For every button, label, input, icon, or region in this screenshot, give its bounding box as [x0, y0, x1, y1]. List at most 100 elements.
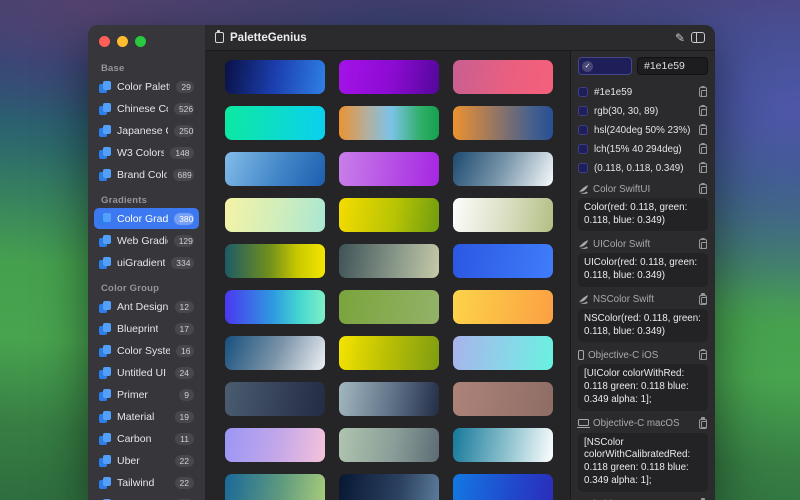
sidebar-item-uber[interactable]: Uber22 [94, 450, 199, 471]
code-snippet[interactable]: UIColor(red: 0.118, green: 0.118, blue: … [578, 253, 708, 286]
gradient-swatch-8[interactable] [339, 152, 439, 186]
color-preview-box [578, 125, 588, 135]
code-snippet[interactable]: NSColor(red: 0.118, green: 0.118, blue: … [578, 309, 708, 342]
color-format-row: lch(15% 40 294deg) [578, 141, 708, 157]
sidebar-item-uigradients[interactable]: uiGradients334 [94, 252, 199, 273]
gradient-swatch-25[interactable] [225, 428, 325, 462]
gradient-swatch-3[interactable] [453, 60, 553, 94]
color-picker-row: ✓ [578, 57, 708, 75]
copy-button[interactable] [698, 183, 708, 195]
clipboard-icon [699, 144, 707, 154]
hex-input[interactable] [637, 57, 708, 75]
gradient-swatch-28[interactable] [225, 474, 325, 500]
sidebar-item-bootstrap[interactable]: Bootstrap11 [94, 494, 199, 500]
sidebar-item-label: Chinese Colors [117, 103, 168, 115]
sidebar-item-material[interactable]: Material19 [94, 406, 199, 427]
edit-color-icon[interactable]: ✓ [582, 61, 593, 72]
sidebar-item-primer[interactable]: Primer9 [94, 384, 199, 405]
content-area: PaletteGenius ✎ ✓ #1e1e59rgb(30, 30, 89)… [205, 25, 715, 500]
count-badge: 11 [175, 433, 194, 445]
copy-button[interactable] [698, 124, 708, 136]
gradient-swatch-10[interactable] [225, 198, 325, 232]
copy-button[interactable] [698, 86, 708, 98]
code-snippet[interactable]: Color(red: 0.118, green: 0.118, blue: 0.… [578, 198, 708, 231]
gradient-swatch-29[interactable] [339, 474, 439, 500]
copy-button[interactable] [698, 418, 708, 430]
sidebar-item-ant-design[interactable]: Ant Design12 [94, 296, 199, 317]
color-detail-panel: ✓ #1e1e59rgb(30, 30, 89)hsl(240deg 50% 2… [570, 51, 715, 500]
gradient-swatch-11[interactable] [339, 198, 439, 232]
color-format-value: (0.118, 0.118, 0.349) [594, 163, 684, 174]
gradient-swatch-16[interactable] [225, 290, 325, 324]
gradient-swatch-13[interactable] [225, 244, 325, 278]
gradient-swatch-18[interactable] [453, 290, 553, 324]
copy-button[interactable] [698, 349, 708, 361]
count-badge: 16 [176, 345, 194, 357]
edit-pencil-icon[interactable]: ✎ [675, 32, 685, 44]
gradient-swatch-22[interactable] [225, 382, 325, 416]
clipboard-icon [699, 184, 707, 194]
sidebar-item-label: Material [117, 411, 154, 423]
sidebar-item-blueprint[interactable]: Blueprint17 [94, 318, 199, 339]
color-format-value: #1e1e59 [594, 87, 632, 98]
documents-icon [99, 257, 111, 269]
copy-button[interactable] [698, 105, 708, 117]
gradient-swatch-12[interactable] [453, 198, 553, 232]
gradient-swatch-6[interactable] [453, 106, 553, 140]
gradient-swatch-27[interactable] [453, 428, 553, 462]
gradient-swatch-7[interactable] [225, 152, 325, 186]
documents-icon [99, 411, 111, 423]
gradient-swatch-23[interactable] [339, 382, 439, 416]
sidebar-item-label: W3 Colors [117, 147, 164, 159]
color-format-row: rgb(30, 30, 89) [578, 103, 708, 119]
gradient-swatch-21[interactable] [453, 336, 553, 370]
gradient-swatch-1[interactable] [225, 60, 325, 94]
current-color-swatch[interactable]: ✓ [578, 57, 632, 75]
fullscreen-button[interactable] [135, 36, 146, 47]
sidebar-item-color-system[interactable]: Color System16 [94, 340, 199, 361]
clipboard-icon [699, 106, 707, 116]
gradient-swatch-17[interactable] [339, 290, 439, 324]
sidebar-section-label: Gradients [101, 195, 205, 206]
sidebar-item-w3-colors[interactable]: W3 Colors 148 [94, 142, 199, 163]
copy-button[interactable] [698, 294, 708, 306]
color-preview-box [578, 106, 588, 116]
gradient-swatch-14[interactable] [339, 244, 439, 278]
desktop-wallpaper: BaseColor Palettes29Chinese Colors526Jap… [0, 0, 800, 500]
count-badge: 9 [179, 389, 194, 401]
main-area: ✓ #1e1e59rgb(30, 30, 89)hsl(240deg 50% 2… [205, 51, 715, 500]
copy-button[interactable] [698, 238, 708, 250]
gradient-swatch-30[interactable] [453, 474, 553, 500]
code-snippet[interactable]: [NSColor colorWithCalibratedRed: 0.118 g… [578, 433, 708, 492]
clipboard-icon [699, 419, 707, 429]
sidebar-item-color-palettes[interactable]: Color Palettes29 [94, 76, 199, 97]
code-snippet[interactable]: [UIColor colorWithRed: 0.118 green: 0.11… [578, 364, 708, 410]
sidebar-item-carbon[interactable]: Carbon11 [94, 428, 199, 449]
gradient-swatch-24[interactable] [453, 382, 553, 416]
gradient-swatch-5[interactable] [339, 106, 439, 140]
gradient-swatch-20[interactable] [339, 336, 439, 370]
color-format-row: (0.118, 0.118, 0.349) [578, 160, 708, 176]
gradient-swatch-19[interactable] [225, 336, 325, 370]
sidebar-item-chinese-colors[interactable]: Chinese Colors526 [94, 98, 199, 119]
sidebar-item-untitled-ui[interactable]: Untitled UI24 [94, 362, 199, 383]
gradient-swatch-26[interactable] [339, 428, 439, 462]
clipboard-icon [699, 239, 707, 249]
sidebar-item-color-gradients[interactable]: Color Gradients380 [94, 208, 199, 229]
minimize-button[interactable] [117, 36, 128, 47]
close-button[interactable] [99, 36, 110, 47]
sidebar-item-japanese-color[interactable]: Japanese Color250 [94, 120, 199, 141]
sidebar-item-web-gradients[interactable]: Web Gradients129 [94, 230, 199, 251]
gradient-swatch-2[interactable] [339, 60, 439, 94]
count-badge: 129 [174, 235, 194, 247]
count-badge: 148 [170, 147, 194, 159]
gradient-swatch-9[interactable] [453, 152, 553, 186]
sidebar-item-label: Color Palettes [117, 81, 170, 93]
copy-button[interactable] [698, 143, 708, 155]
gradient-swatch-4[interactable] [225, 106, 325, 140]
sidebar-item-tailwind[interactable]: Tailwind22 [94, 472, 199, 493]
gradient-swatch-15[interactable] [453, 244, 553, 278]
sidebar-toggle-icon[interactable] [691, 32, 705, 43]
copy-button[interactable] [698, 162, 708, 174]
sidebar-item-brand-colors[interactable]: Brand Colors689 [94, 164, 199, 185]
